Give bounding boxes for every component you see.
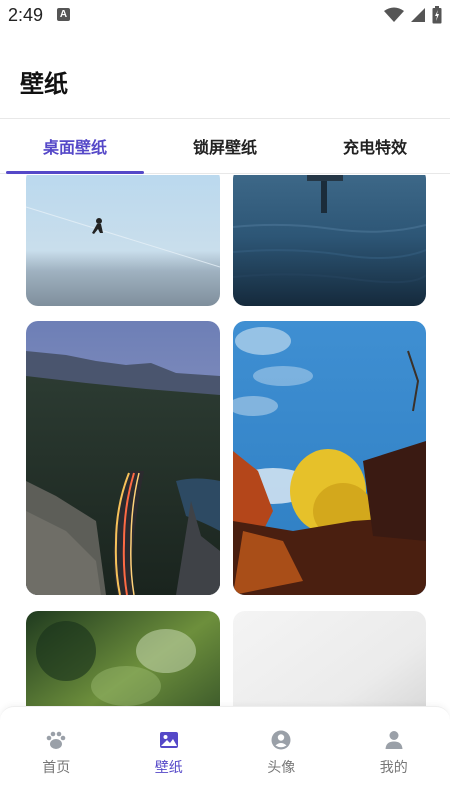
mountain-road-image <box>26 321 220 595</box>
nav-label-avatar: 头像 <box>267 760 296 776</box>
notification-icon: A <box>57 8 70 21</box>
battery-icon <box>432 6 442 24</box>
nav-label-wallpaper: 壁纸 <box>154 760 183 776</box>
status-icons <box>384 6 442 24</box>
nav-item-mine[interactable]: 我的 <box>338 707 450 800</box>
tab-desktop-wallpaper[interactable]: 桌面壁纸 <box>0 119 150 174</box>
wallpaper-card[interactable] <box>233 175 426 306</box>
tab-charging-effects[interactable]: 充电特效 <box>300 119 450 173</box>
nav-label-home: 首页 <box>42 760 71 776</box>
yellow-tree-sky-image <box>233 321 426 595</box>
signal-icon <box>411 8 425 22</box>
wallpaper-card[interactable] <box>26 321 220 595</box>
nav-label-mine: 我的 <box>379 760 408 776</box>
status-time: 2:49 <box>8 5 44 25</box>
wallpaper-card[interactable] <box>26 175 220 306</box>
image-icon <box>158 729 180 751</box>
wallpaper-card[interactable] <box>233 321 426 595</box>
nav-item-wallpaper[interactable]: 壁纸 <box>113 707 226 800</box>
person-icon <box>383 729 405 751</box>
avatar-circle-icon <box>270 729 292 751</box>
wallpaper-card[interactable] <box>26 611 220 707</box>
water-reflection-image <box>233 175 426 306</box>
wifi-icon <box>384 7 404 22</box>
white-texture-image <box>233 611 426 707</box>
nav-item-home[interactable]: 首页 <box>0 707 113 800</box>
green-texture-image <box>26 611 220 707</box>
status-bar: 2:49 A <box>0 0 450 32</box>
nav-item-avatar[interactable]: 头像 <box>225 707 338 800</box>
paw-icon <box>45 729 67 751</box>
runner-sky-image <box>26 175 220 306</box>
wallpaper-grid <box>0 175 450 707</box>
bottom-nav: 首页 壁纸 头像 我的 <box>0 706 450 800</box>
page-title: 壁纸 <box>20 70 68 98</box>
tab-bar: 桌面壁纸 锁屏壁纸 充电特效 <box>0 118 450 174</box>
tab-lockscreen-wallpaper[interactable]: 锁屏壁纸 <box>150 119 300 173</box>
wallpaper-card[interactable] <box>233 611 426 707</box>
